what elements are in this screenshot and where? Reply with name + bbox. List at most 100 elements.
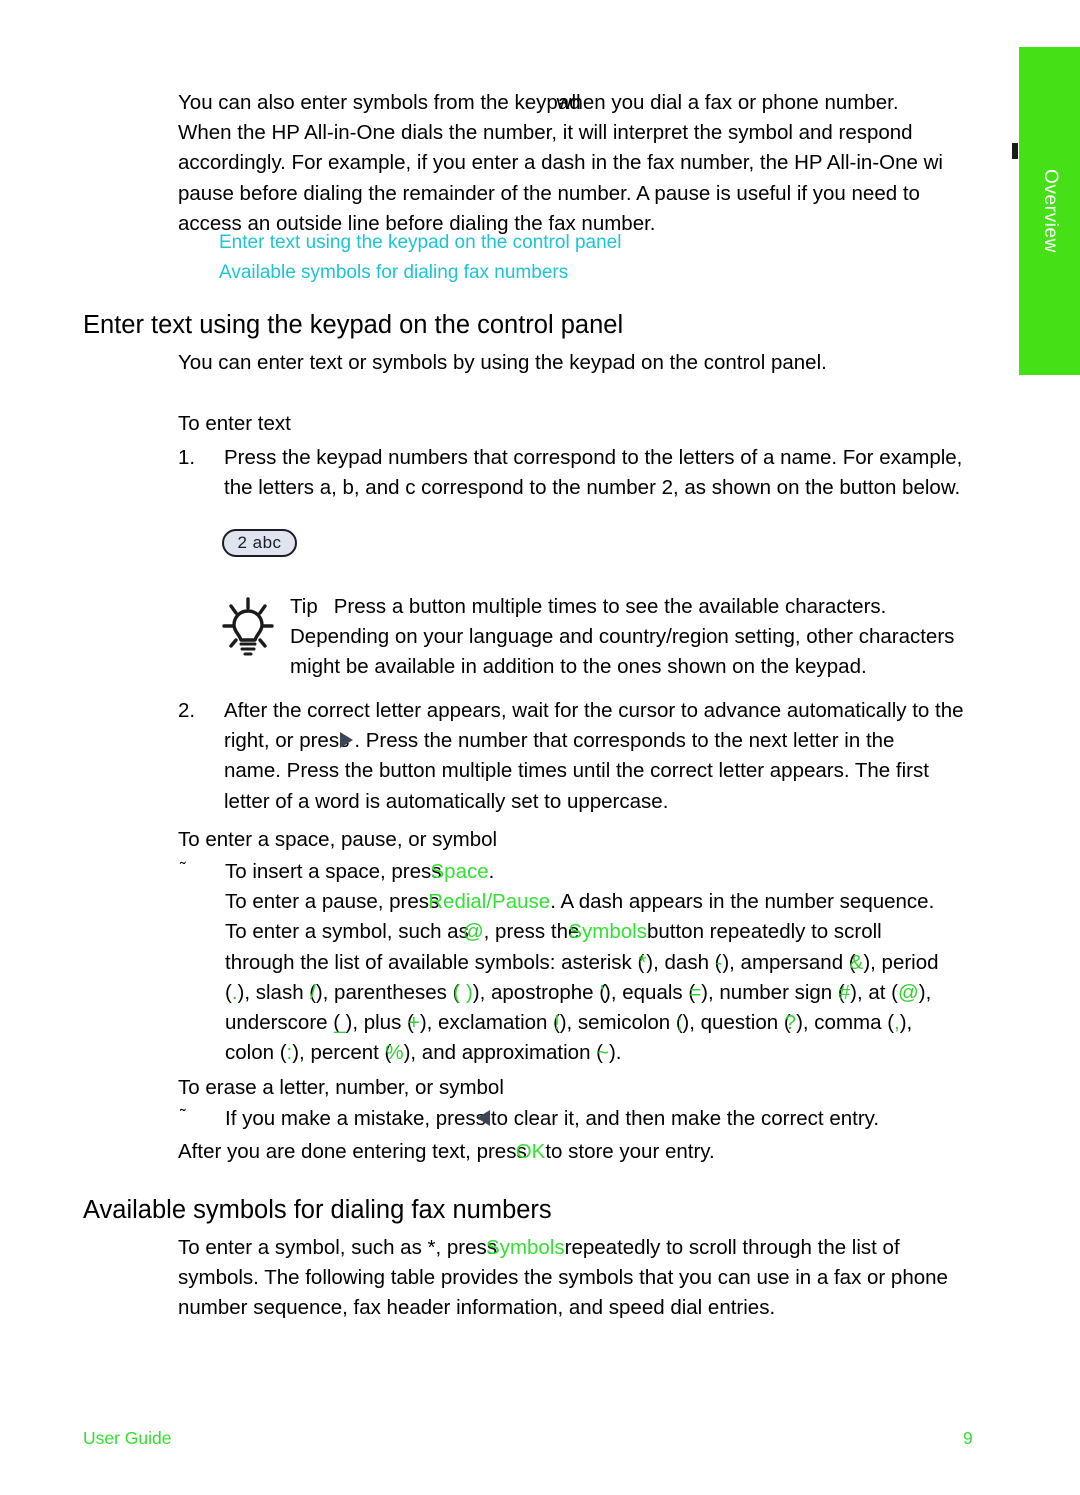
step-1-line-1: Press the keypad numbers that correspond… [224,446,963,469]
intro-line-4: pause before dialing the remainder of th… [178,181,920,205]
sym-l1-b: ), dash ( [646,950,722,974]
symbol-list-line-2: (.), slash (/), parentheses (( )), apost… [225,978,939,1008]
left-arrow-icon [476,1110,490,1126]
intro-line-2: When the HP All-in-One dials the number,… [178,121,913,145]
sym-l2-f: ), number sign ( [701,980,845,1004]
sym-l4-a: colon ( [225,1041,287,1065]
section-heading-available-symbols: Available symbols for dialing fax number… [83,1196,552,1224]
symbol-underscore: _ [334,1011,346,1035]
bullet-erase-text: If you make a mistake, press to clear it,… [225,1104,879,1134]
sym-l3-a: underscore ( [225,1011,341,1035]
intro-line-1a: You can also enter symbols from the keyp… [178,91,581,114]
intro-line-1: You can also enter symbols from the keyp… [178,88,1058,118]
subheading-to-enter-text-label: To enter text [178,412,291,435]
space-line-3c: button repeatedly to scroll [646,920,882,944]
subheading-to-enter-text: To enter text [178,409,291,439]
sym-l2-a: ( [225,980,232,1004]
sym-l2-h: ), [918,980,932,1004]
bullet-marker: ˜ [180,859,186,878]
erase-line: If you make a mistake, press to clear it,… [225,1104,879,1134]
tip-label: Tip [290,595,318,618]
lightbulb-icon [222,595,274,661]
sym-l3-c: ), exclamation ( [419,1011,560,1035]
symbol-ampersand: & [849,950,864,974]
step-2-line-1: After the correct letter appears, wait f… [224,699,964,722]
bullet-erase: ˜ If you make a mistake, press to clear i… [180,1104,879,1134]
symbol-at-example: @ [462,920,484,944]
space-line-2a: To enter a pause, press [225,890,440,914]
section-heading-enter-text: Enter text using the keypad on the contr… [83,311,624,339]
avail-line-1c: repeatedly to scroll through the list of [564,1236,900,1259]
footer-user-guide: User Guide [83,1428,172,1448]
button-name-symbols: Symbols [486,1236,565,1259]
sym-l3-b: ), plus ( [345,1011,414,1035]
paragraph-after-done: After you are done entering text, pressO… [178,1137,715,1167]
bullet-space-pause-symbol: ˜ To insert a space, pressSpace. To ente… [180,857,939,1068]
step-1-text: Press the keypad numbers that correspond… [224,443,962,503]
symbol-at: @ [897,980,919,1004]
sym-l1-a: through the list of available symbols: a… [225,950,645,974]
avail-line-1: To enter a symbol, such as *, pressSymbo… [178,1233,948,1263]
space-line-2c: . A dash appears in the number sequence. [550,890,935,914]
paragraph-enter-text-intro: You can enter text or symbols by using t… [178,348,827,378]
paragraph-enter-text-intro-line: You can enter text or symbols by using t… [178,351,827,374]
step-2-line-2a: right, or press [224,729,350,753]
subheading-to-erase-label: To erase a letter, number, or symbol [178,1076,504,1099]
symbol-number-sign: # [838,980,851,1004]
toc-link-available-symbols[interactable]: Available symbols for dialing fax number… [219,258,621,288]
tip-callout: Tip Press a button multiple times to see … [222,592,1080,683]
sym-l3-f: ), comma ( [796,1011,895,1035]
avail-line-2: symbols. The following table provides th… [178,1266,948,1290]
tip-text: Tip Press a button multiple times to see … [290,592,1080,683]
tip-line-3: might be available in addition to the on… [290,655,867,679]
tip-line-1-text: Press a button multiple times to see the… [333,595,887,618]
sym-l4-d: ). [608,1041,622,1065]
after-done-b: to store your entry. [545,1140,715,1163]
sym-l3-e: ), question ( [682,1011,791,1035]
right-arrow-icon [340,732,354,749]
intro-paragraph: You can also enter symbols from the keyp… [178,88,1058,239]
bullet-marker: ˜ [180,1106,186,1125]
tip-line-1: Tip Press a button multiple times to see … [290,592,1080,622]
space-line-1: To insert a space, pressSpace. [225,857,939,887]
step-2-line-2b: . Press the number that corresponds to t… [354,729,895,753]
symbol-plus: + [407,1011,420,1035]
symbol-list-line-4: colon (:), percent (%), and approximatio… [225,1038,939,1068]
sym-l4-c: ), and approximation ( [403,1041,603,1065]
toc-link-enter-text[interactable]: Enter text using the keypad on the contr… [219,228,621,258]
space-line-3a: To enter a symbol, such as [225,920,469,944]
step-1-line-2: the letters a, b, and c correspond to th… [224,476,961,500]
keypad-key-2abc-graphic: 2 abc [222,529,297,557]
after-done-line: After you are done entering text, pressO… [178,1137,715,1167]
button-name-symbols: Symbols [568,920,647,944]
step-2-line-2: right, or press. Press the number that c… [224,726,964,756]
symbol-parentheses: ( ) [453,980,473,1004]
symbol-question: ? [784,1011,797,1035]
subheading-to-erase: To erase a letter, number, or symbol [178,1073,504,1103]
sym-l3-g: ), [899,1011,913,1035]
symbol-list-line-1: through the list of available symbols: a… [225,948,939,978]
sym-l3-d: ), semicolon ( [559,1011,683,1035]
space-line-2: To enter a pause, pressRedial/Pause. A d… [225,887,939,917]
tip-line-2: Depending on your language and country/r… [290,625,955,649]
inline-toc: Enter text using the keypad on the contr… [219,228,621,288]
bullet-space-text: To insert a space, pressSpace. To enter … [225,857,939,1068]
sym-l2-d: ), apostrophe ( [472,980,607,1004]
document-page: Overview You can also enter symbols from… [0,0,1080,1495]
button-name-space: Space [430,860,489,883]
sym-l1-d: ), period [863,950,939,974]
after-done-a: After you are done entering text, press [178,1140,527,1163]
sym-l1-c: ), ampersand ( [722,950,856,974]
sym-l2-b: ), slash ( [237,980,317,1004]
step-2-number: 2. [178,699,196,722]
erase-line-b: to clear it, and then make the correct e… [490,1107,880,1130]
avail-line-1a: To enter a symbol, such as *, press [178,1236,498,1259]
symbol-percent: % [385,1041,404,1065]
intro-line-3: accordingly. For example, if you enter a… [178,151,943,175]
subheading-to-enter-space: To enter a space, pause, or symbol [178,825,497,855]
intro-line-1b: when you dial a fax or phone number. [556,91,899,114]
sym-l2-e: ), equals ( [604,980,696,1004]
symbol-list-line-3: underscore (_), plus (+), exclamation (!… [225,1008,939,1038]
symbol-tilde: ~ [597,1041,609,1065]
erase-line-a: If you make a mistake, press [225,1107,486,1130]
